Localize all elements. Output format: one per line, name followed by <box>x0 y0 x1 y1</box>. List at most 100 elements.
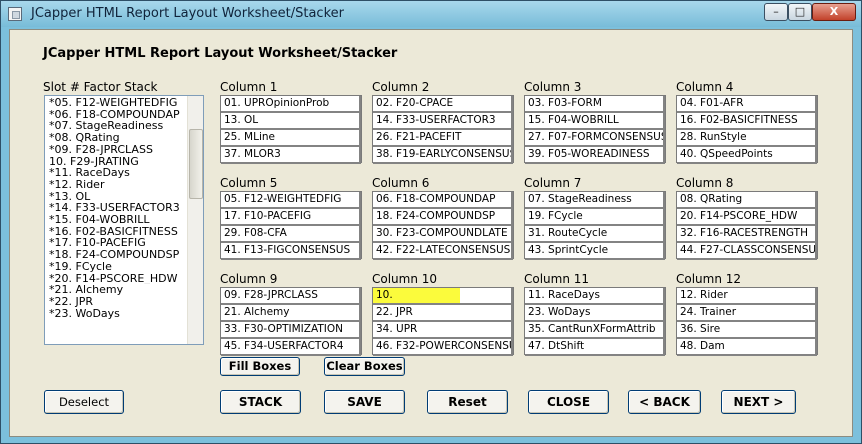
slot-stack-item[interactable]: *08. QRating <box>49 132 185 144</box>
clear-boxes-button[interactable]: Clear Boxes <box>324 357 405 376</box>
slot-stack-item[interactable]: *14. F33-USERFACTOR3 <box>49 202 185 214</box>
column-entry-field[interactable]: 31. RouteCycle <box>525 226 665 243</box>
column-box: 10. 22. JPR 34. UPR 46. F32-POWERCONSENSUS <box>372 287 514 356</box>
column-box: 07. StageReadiness 19. FCycle 31. RouteCyc… <box>524 191 666 260</box>
column-entry-field[interactable]: 09. F28-JPRCLASS <box>221 288 361 305</box>
slot-stack-item[interactable]: 10. F29-JRATING <box>49 156 185 168</box>
column-box: 09. F28-JPRCLASS 21. Alchemy 33. F30-OPTIM… <box>220 287 362 356</box>
maximize-button[interactable]: □ <box>788 3 812 21</box>
column-entry-field[interactable]: 24. Trainer <box>677 305 817 322</box>
column-entry-field[interactable]: 30. F23-COMPOUNDLATE <box>373 226 513 243</box>
column-box: 11. RaceDays 23. WoDays 35. CantRunXFormAt… <box>524 287 666 356</box>
column-entry-field[interactable]: 13. OL <box>221 113 361 130</box>
close-button[interactable]: CLOSE <box>528 390 609 414</box>
column-entry-field[interactable]: 27. F07-FORMCONSENSUS <box>525 130 665 147</box>
column-entry-field[interactable]: 46. F32-POWERCONSENSUS <box>373 339 513 356</box>
column-entry-field[interactable]: 47. DtShift <box>525 339 665 356</box>
column-entry-field[interactable]: 44. F27-CLASSCONSENSUS <box>677 243 817 260</box>
column-entry-field[interactable]: 11. RaceDays <box>525 288 665 305</box>
deselect-button[interactable]: Deselect <box>44 390 124 414</box>
column-entry-field[interactable]: 36. Sire <box>677 322 817 339</box>
slot-stack-item[interactable]: *18. F24-COMPOUNDSP <box>49 249 185 261</box>
column-label: Column 1 <box>220 80 278 94</box>
slot-stack-list[interactable]: *05. F12-WEIGHTEDFIG *06. F18-COMPOUNDAP *… <box>44 95 204 345</box>
column-entry-field[interactable]: 15. F04-WOBRILL <box>525 113 665 130</box>
save-button[interactable]: SAVE <box>324 390 405 414</box>
column-entry-field[interactable]: 41. F13-FIGCONSENSUS <box>221 243 361 260</box>
column-entry-field[interactable]: 12. Rider <box>677 288 817 305</box>
back-button[interactable]: < BACK <box>628 390 701 414</box>
slot-stack-item[interactable]: *19. FCycle <box>49 261 185 273</box>
column-box: 05. F12-WEIGHTEDFIG 17. F10-PACEFIG 29. F0… <box>220 191 362 260</box>
slot-stack-scrollbar[interactable] <box>187 96 203 344</box>
slot-stack-item[interactable]: *12. Rider <box>49 179 185 191</box>
column-entry-field[interactable]: 10. <box>373 288 513 305</box>
column-entry-field[interactable]: 07. StageReadiness <box>525 192 665 209</box>
slot-stack-item[interactable]: *17. F10-PACEFIG <box>49 237 185 249</box>
column-entry-field[interactable]: 32. F16-RACESTRENGTH <box>677 226 817 243</box>
column-label: Column 3 <box>524 80 582 94</box>
column-entry-field[interactable]: 05. F12-WEIGHTEDFIG <box>221 192 361 209</box>
slot-stack-item[interactable]: *15. F04-WOBRILL <box>49 214 185 226</box>
column-entry-field[interactable]: 20. F14-PSCORE_HDW <box>677 209 817 226</box>
column-entry-field[interactable]: 38. F19-EARLYCONSENSUS <box>373 147 513 164</box>
slot-stack-item[interactable]: *05. F12-WEIGHTEDFIG <box>49 97 185 109</box>
column-entry-field[interactable]: 25. MLine <box>221 130 361 147</box>
app-icon <box>8 7 22 21</box>
column-entry-field[interactable]: 40. QSpeedPoints <box>677 147 817 164</box>
slot-stack-item[interactable]: *20. F14-PSCORE_HDW <box>49 273 185 285</box>
column-entry-field[interactable]: 08. QRating <box>677 192 817 209</box>
column-entry-field[interactable]: 34. UPR <box>373 322 513 339</box>
column-entry-field[interactable]: 16. F02-BASICFITNESS <box>677 113 817 130</box>
column-label: Column 2 <box>372 80 430 94</box>
slot-stack-item[interactable]: *21. Alchemy <box>49 284 185 296</box>
next-button[interactable]: NEXT > <box>721 390 796 414</box>
scrollbar-thumb[interactable] <box>189 129 203 199</box>
column-entry-field[interactable]: 33. F30-OPTIMIZATION <box>221 322 361 339</box>
column-entry-field[interactable]: 03. F03-FORM <box>525 96 665 113</box>
minimize-button[interactable]: – <box>764 3 788 21</box>
column-entry-field[interactable]: 39. F05-WOREADINESS <box>525 147 665 164</box>
column-entry-field[interactable]: 18. F24-COMPOUNDSP <box>373 209 513 226</box>
column-entry-field[interactable]: 14. F33-USERFACTOR3 <box>373 113 513 130</box>
column-entry-field[interactable]: 19. FCycle <box>525 209 665 226</box>
column-entry-field[interactable]: 21. Alchemy <box>221 305 361 322</box>
column-entry-text: 10. <box>376 289 393 301</box>
slot-stack-item[interactable]: *11. RaceDays <box>49 167 185 179</box>
title-bar[interactable]: JCapper HTML Report Layout Worksheet/Sta… <box>1 1 861 27</box>
slot-stack-item[interactable]: *22. JPR <box>49 296 185 308</box>
slot-stack-item[interactable]: *07. StageReadiness <box>49 120 185 132</box>
close-window-button[interactable]: X <box>812 3 856 21</box>
column-entry-field[interactable]: 22. JPR <box>373 305 513 322</box>
slot-stack-item[interactable]: *13. OL <box>49 191 185 203</box>
fill-boxes-button[interactable]: Fill Boxes <box>220 357 300 376</box>
column-box: 04. F01-AFR 16. F02-BASICFITNESS 28. RunSt… <box>676 95 818 164</box>
column-label: Column 9 <box>220 272 278 286</box>
column-entry-field[interactable]: 29. F08-CFA <box>221 226 361 243</box>
column-entry-field[interactable]: 42. F22-LATECONSENSUS <box>373 243 513 260</box>
column-entry-field[interactable]: 28. RunStyle <box>677 130 817 147</box>
column-entry-field[interactable]: 17. F10-PACEFIG <box>221 209 361 226</box>
reset-button[interactable]: Reset <box>427 390 508 414</box>
column-entry-field[interactable]: 04. F01-AFR <box>677 96 817 113</box>
slot-stack-item[interactable]: *06. F18-COMPOUNDAP <box>49 109 185 121</box>
column-entry-field[interactable]: 06. F18-COMPOUNDAP <box>373 192 513 209</box>
column-box: 06. F18-COMPOUNDAP 18. F24-COMPOUNDSP 30. … <box>372 191 514 260</box>
slot-stack-item[interactable]: *16. F02-BASICFITNESS <box>49 226 185 238</box>
column-entry-field[interactable]: 23. WoDays <box>525 305 665 322</box>
stack-button[interactable]: STACK <box>220 390 301 414</box>
column-entry-field[interactable]: 26. F21-PACEFIT <box>373 130 513 147</box>
column-entry-field[interactable]: 48. Dam <box>677 339 817 356</box>
column-entry-field[interactable]: 01. UPROpinionProb <box>221 96 361 113</box>
column-entry-field[interactable]: 43. SprintCycle <box>525 243 665 260</box>
slot-stack-item[interactable]: *09. F28-JPRCLASS <box>49 144 185 156</box>
column-entry-field[interactable]: 37. MLOR3 <box>221 147 361 164</box>
column-label: Column 11 <box>524 272 590 286</box>
column-box: 03. F03-FORM 15. F04-WOBRILL 27. F07-FORMC… <box>524 95 666 164</box>
slot-stack-item[interactable]: *23. WoDays <box>49 308 185 320</box>
column-entry-field[interactable]: 35. CantRunXFormAttrib <box>525 322 665 339</box>
column-label: Column 5 <box>220 176 278 190</box>
column-label: Column 10 <box>372 272 438 286</box>
column-entry-field[interactable]: 45. F34-USERFACTOR4 <box>221 339 361 356</box>
column-entry-field[interactable]: 02. F20-CPACE <box>373 96 513 113</box>
